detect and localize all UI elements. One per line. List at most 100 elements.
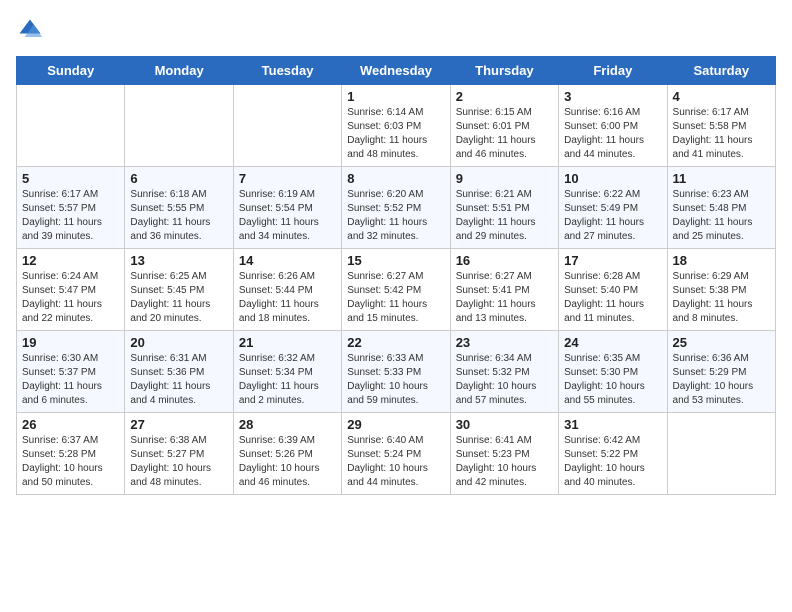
calendar-cell: 31 Sunrise: 6:42 AM Sunset: 5:22 PM Dayli… (559, 413, 667, 495)
day-info: Sunrise: 6:38 AM Sunset: 5:27 PM Dayligh… (130, 434, 227, 490)
weekday-header-friday: Friday (559, 57, 667, 85)
day-info: Sunrise: 6:15 AM Sunset: 6:01 PM Dayligh… (456, 106, 553, 162)
day-info: Sunrise: 6:36 AM Sunset: 5:29 PM Dayligh… (673, 352, 770, 408)
calendar-cell: 29 Sunrise: 6:40 AM Sunset: 5:24 PM Dayli… (342, 413, 450, 495)
day-info: Sunrise: 6:17 AM Sunset: 5:58 PM Dayligh… (673, 106, 770, 162)
day-info: Sunrise: 6:19 AM Sunset: 5:54 PM Dayligh… (239, 188, 336, 244)
day-number: 16 (456, 253, 553, 268)
day-number: 6 (130, 171, 227, 186)
day-info: Sunrise: 6:26 AM Sunset: 5:44 PM Dayligh… (239, 270, 336, 326)
day-number: 13 (130, 253, 227, 268)
calendar-table: SundayMondayTuesdayWednesdayThursdayFrid… (16, 56, 776, 495)
day-info: Sunrise: 6:30 AM Sunset: 5:37 PM Dayligh… (22, 352, 119, 408)
day-number: 9 (456, 171, 553, 186)
day-info: Sunrise: 6:39 AM Sunset: 5:26 PM Dayligh… (239, 434, 336, 490)
day-number: 2 (456, 89, 553, 104)
weekday-header-tuesday: Tuesday (233, 57, 341, 85)
day-number: 15 (347, 253, 444, 268)
day-number: 18 (673, 253, 770, 268)
calendar-cell (125, 85, 233, 167)
day-number: 25 (673, 335, 770, 350)
day-info: Sunrise: 6:34 AM Sunset: 5:32 PM Dayligh… (456, 352, 553, 408)
day-info: Sunrise: 6:25 AM Sunset: 5:45 PM Dayligh… (130, 270, 227, 326)
day-number: 31 (564, 417, 661, 432)
calendar-cell: 15 Sunrise: 6:27 AM Sunset: 5:42 PM Dayli… (342, 249, 450, 331)
day-number: 30 (456, 417, 553, 432)
day-number: 3 (564, 89, 661, 104)
day-info: Sunrise: 6:24 AM Sunset: 5:47 PM Dayligh… (22, 270, 119, 326)
day-info: Sunrise: 6:18 AM Sunset: 5:55 PM Dayligh… (130, 188, 227, 244)
day-number: 26 (22, 417, 119, 432)
day-info: Sunrise: 6:23 AM Sunset: 5:48 PM Dayligh… (673, 188, 770, 244)
day-info: Sunrise: 6:41 AM Sunset: 5:23 PM Dayligh… (456, 434, 553, 490)
calendar-cell: 6 Sunrise: 6:18 AM Sunset: 5:55 PM Daylig… (125, 167, 233, 249)
weekday-header-saturday: Saturday (667, 57, 775, 85)
calendar-cell: 13 Sunrise: 6:25 AM Sunset: 5:45 PM Dayli… (125, 249, 233, 331)
day-number: 1 (347, 89, 444, 104)
day-info: Sunrise: 6:27 AM Sunset: 5:42 PM Dayligh… (347, 270, 444, 326)
weekday-header-wednesday: Wednesday (342, 57, 450, 85)
calendar-week-row: 1 Sunrise: 6:14 AM Sunset: 6:03 PM Daylig… (17, 85, 776, 167)
calendar-cell (667, 413, 775, 495)
day-info: Sunrise: 6:14 AM Sunset: 6:03 PM Dayligh… (347, 106, 444, 162)
day-info: Sunrise: 6:20 AM Sunset: 5:52 PM Dayligh… (347, 188, 444, 244)
day-number: 20 (130, 335, 227, 350)
day-number: 5 (22, 171, 119, 186)
day-number: 29 (347, 417, 444, 432)
calendar-week-row: 26 Sunrise: 6:37 AM Sunset: 5:28 PM Dayli… (17, 413, 776, 495)
calendar-week-row: 12Sunrise: 6:24 AM Sunset: 5:47 PM Dayli… (17, 249, 776, 331)
calendar-cell: 5 Sunrise: 6:17 AM Sunset: 5:57 PM Daylig… (17, 167, 125, 249)
weekday-header-monday: Monday (125, 57, 233, 85)
calendar-cell: 18 Sunrise: 6:29 AM Sunset: 5:38 PM Dayli… (667, 249, 775, 331)
calendar-cell: 14 Sunrise: 6:26 AM Sunset: 5:44 PM Dayli… (233, 249, 341, 331)
calendar-cell: 28 Sunrise: 6:39 AM Sunset: 5:26 PM Dayli… (233, 413, 341, 495)
day-info: Sunrise: 6:42 AM Sunset: 5:22 PM Dayligh… (564, 434, 661, 490)
day-info: Sunrise: 6:21 AM Sunset: 5:51 PM Dayligh… (456, 188, 553, 244)
day-number: 4 (673, 89, 770, 104)
day-info: Sunrise: 6:16 AM Sunset: 6:00 PM Dayligh… (564, 106, 661, 162)
day-info: Sunrise: 6:40 AM Sunset: 5:24 PM Dayligh… (347, 434, 444, 490)
calendar-cell (17, 85, 125, 167)
calendar-cell: 20 Sunrise: 6:31 AM Sunset: 5:36 PM Dayli… (125, 331, 233, 413)
calendar-cell: 21 Sunrise: 6:32 AM Sunset: 5:34 PM Dayli… (233, 331, 341, 413)
calendar-cell (233, 85, 341, 167)
day-info: Sunrise: 6:29 AM Sunset: 5:38 PM Dayligh… (673, 270, 770, 326)
day-number: 10 (564, 171, 661, 186)
calendar-cell: 9 Sunrise: 6:21 AM Sunset: 5:51 PM Daylig… (450, 167, 558, 249)
day-number: 11 (673, 171, 770, 186)
calendar-week-row: 19Sunrise: 6:30 AM Sunset: 5:37 PM Dayli… (17, 331, 776, 413)
day-number: 21 (239, 335, 336, 350)
calendar-cell: 22Sunrise: 6:33 AM Sunset: 5:33 PM Dayli… (342, 331, 450, 413)
calendar-cell: 12Sunrise: 6:24 AM Sunset: 5:47 PM Dayli… (17, 249, 125, 331)
day-info: Sunrise: 6:35 AM Sunset: 5:30 PM Dayligh… (564, 352, 661, 408)
weekday-header-row: SundayMondayTuesdayWednesdayThursdayFrid… (17, 57, 776, 85)
day-number: 14 (239, 253, 336, 268)
day-number: 28 (239, 417, 336, 432)
calendar-cell: 23Sunrise: 6:34 AM Sunset: 5:32 PM Dayli… (450, 331, 558, 413)
calendar-cell: 27 Sunrise: 6:38 AM Sunset: 5:27 PM Dayli… (125, 413, 233, 495)
calendar-cell: 25 Sunrise: 6:36 AM Sunset: 5:29 PM Dayli… (667, 331, 775, 413)
day-info: Sunrise: 6:31 AM Sunset: 5:36 PM Dayligh… (130, 352, 227, 408)
day-info: Sunrise: 6:33 AM Sunset: 5:33 PM Dayligh… (347, 352, 444, 408)
calendar-cell: 8 Sunrise: 6:20 AM Sunset: 5:52 PM Daylig… (342, 167, 450, 249)
day-info: Sunrise: 6:17 AM Sunset: 5:57 PM Dayligh… (22, 188, 119, 244)
calendar-cell: 10 Sunrise: 6:22 AM Sunset: 5:49 PM Dayli… (559, 167, 667, 249)
weekday-header-sunday: Sunday (17, 57, 125, 85)
calendar-cell: 24 Sunrise: 6:35 AM Sunset: 5:30 PM Dayli… (559, 331, 667, 413)
day-number: 27 (130, 417, 227, 432)
day-number: 17 (564, 253, 661, 268)
calendar-week-row: 5 Sunrise: 6:17 AM Sunset: 5:57 PM Daylig… (17, 167, 776, 249)
day-number: 24 (564, 335, 661, 350)
header (16, 16, 776, 44)
day-info: Sunrise: 6:22 AM Sunset: 5:49 PM Dayligh… (564, 188, 661, 244)
day-info: Sunrise: 6:37 AM Sunset: 5:28 PM Dayligh… (22, 434, 119, 490)
day-number: 8 (347, 171, 444, 186)
day-number: 7 (239, 171, 336, 186)
calendar-cell: 26 Sunrise: 6:37 AM Sunset: 5:28 PM Dayli… (17, 413, 125, 495)
logo (16, 16, 48, 44)
calendar-cell: 19Sunrise: 6:30 AM Sunset: 5:37 PM Dayli… (17, 331, 125, 413)
calendar-cell: 16Sunrise: 6:27 AM Sunset: 5:41 PM Dayli… (450, 249, 558, 331)
calendar-cell: 7 Sunrise: 6:19 AM Sunset: 5:54 PM Daylig… (233, 167, 341, 249)
logo-icon (16, 16, 44, 44)
day-info: Sunrise: 6:32 AM Sunset: 5:34 PM Dayligh… (239, 352, 336, 408)
